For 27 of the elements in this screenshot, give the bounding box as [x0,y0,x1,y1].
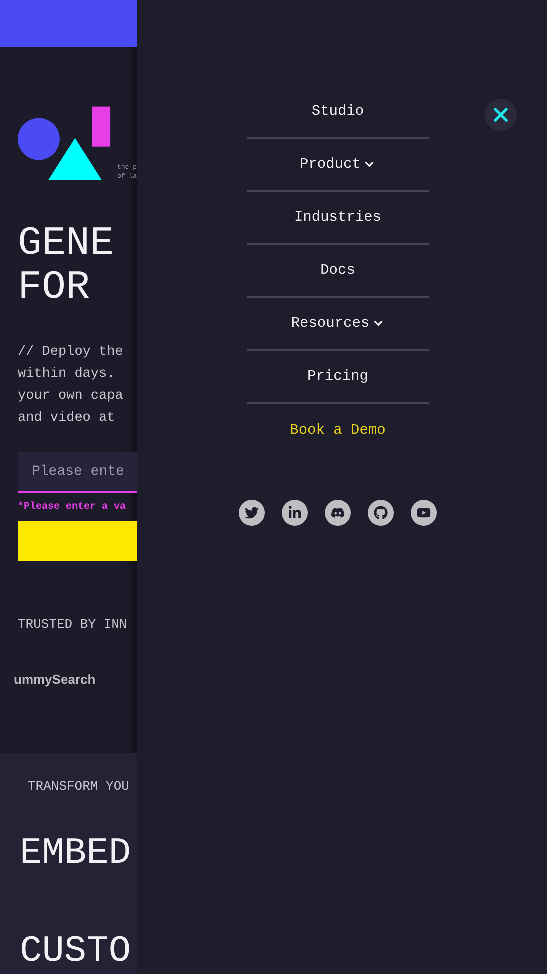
intro-text: // Deploy the [18,344,124,362]
discord-icon[interactable] [325,500,351,526]
hero-headline: GENE [18,222,116,267]
hero-headline: FOR [18,266,92,311]
trusted-heading: TRUSTED BY INN [18,617,128,632]
menu-item[interactable]: Docs [247,245,429,298]
demo-link[interactable]: Book a Demo [247,404,429,457]
feature-title: CUSTO [20,930,132,974]
logo-icon [18,104,112,183]
menu-item[interactable]: Industries [247,192,429,245]
intro-text: and video at [18,410,116,428]
customer-logo: ummySearch [14,672,97,688]
intro-text: within days. [18,366,116,384]
section-heading: TRANSFORM YOU [28,779,130,794]
feature-title: EMBED [20,832,132,876]
error-message: *Please enter a va [18,502,128,514]
close-button[interactable] [485,99,517,131]
intro-text: your own capa [18,388,124,406]
menu-item[interactable]: Product [247,139,429,192]
twitter-icon[interactable] [239,500,265,526]
menu-item[interactable]: Studio [247,86,429,139]
menu-item[interactable]: Resources [247,298,429,351]
youtube-icon[interactable] [411,500,437,526]
menu-item[interactable]: Pricing [247,351,429,404]
email-field[interactable]: Please ente [18,452,137,494]
linkedin-icon[interactable] [282,500,308,526]
github-icon[interactable] [368,500,394,526]
